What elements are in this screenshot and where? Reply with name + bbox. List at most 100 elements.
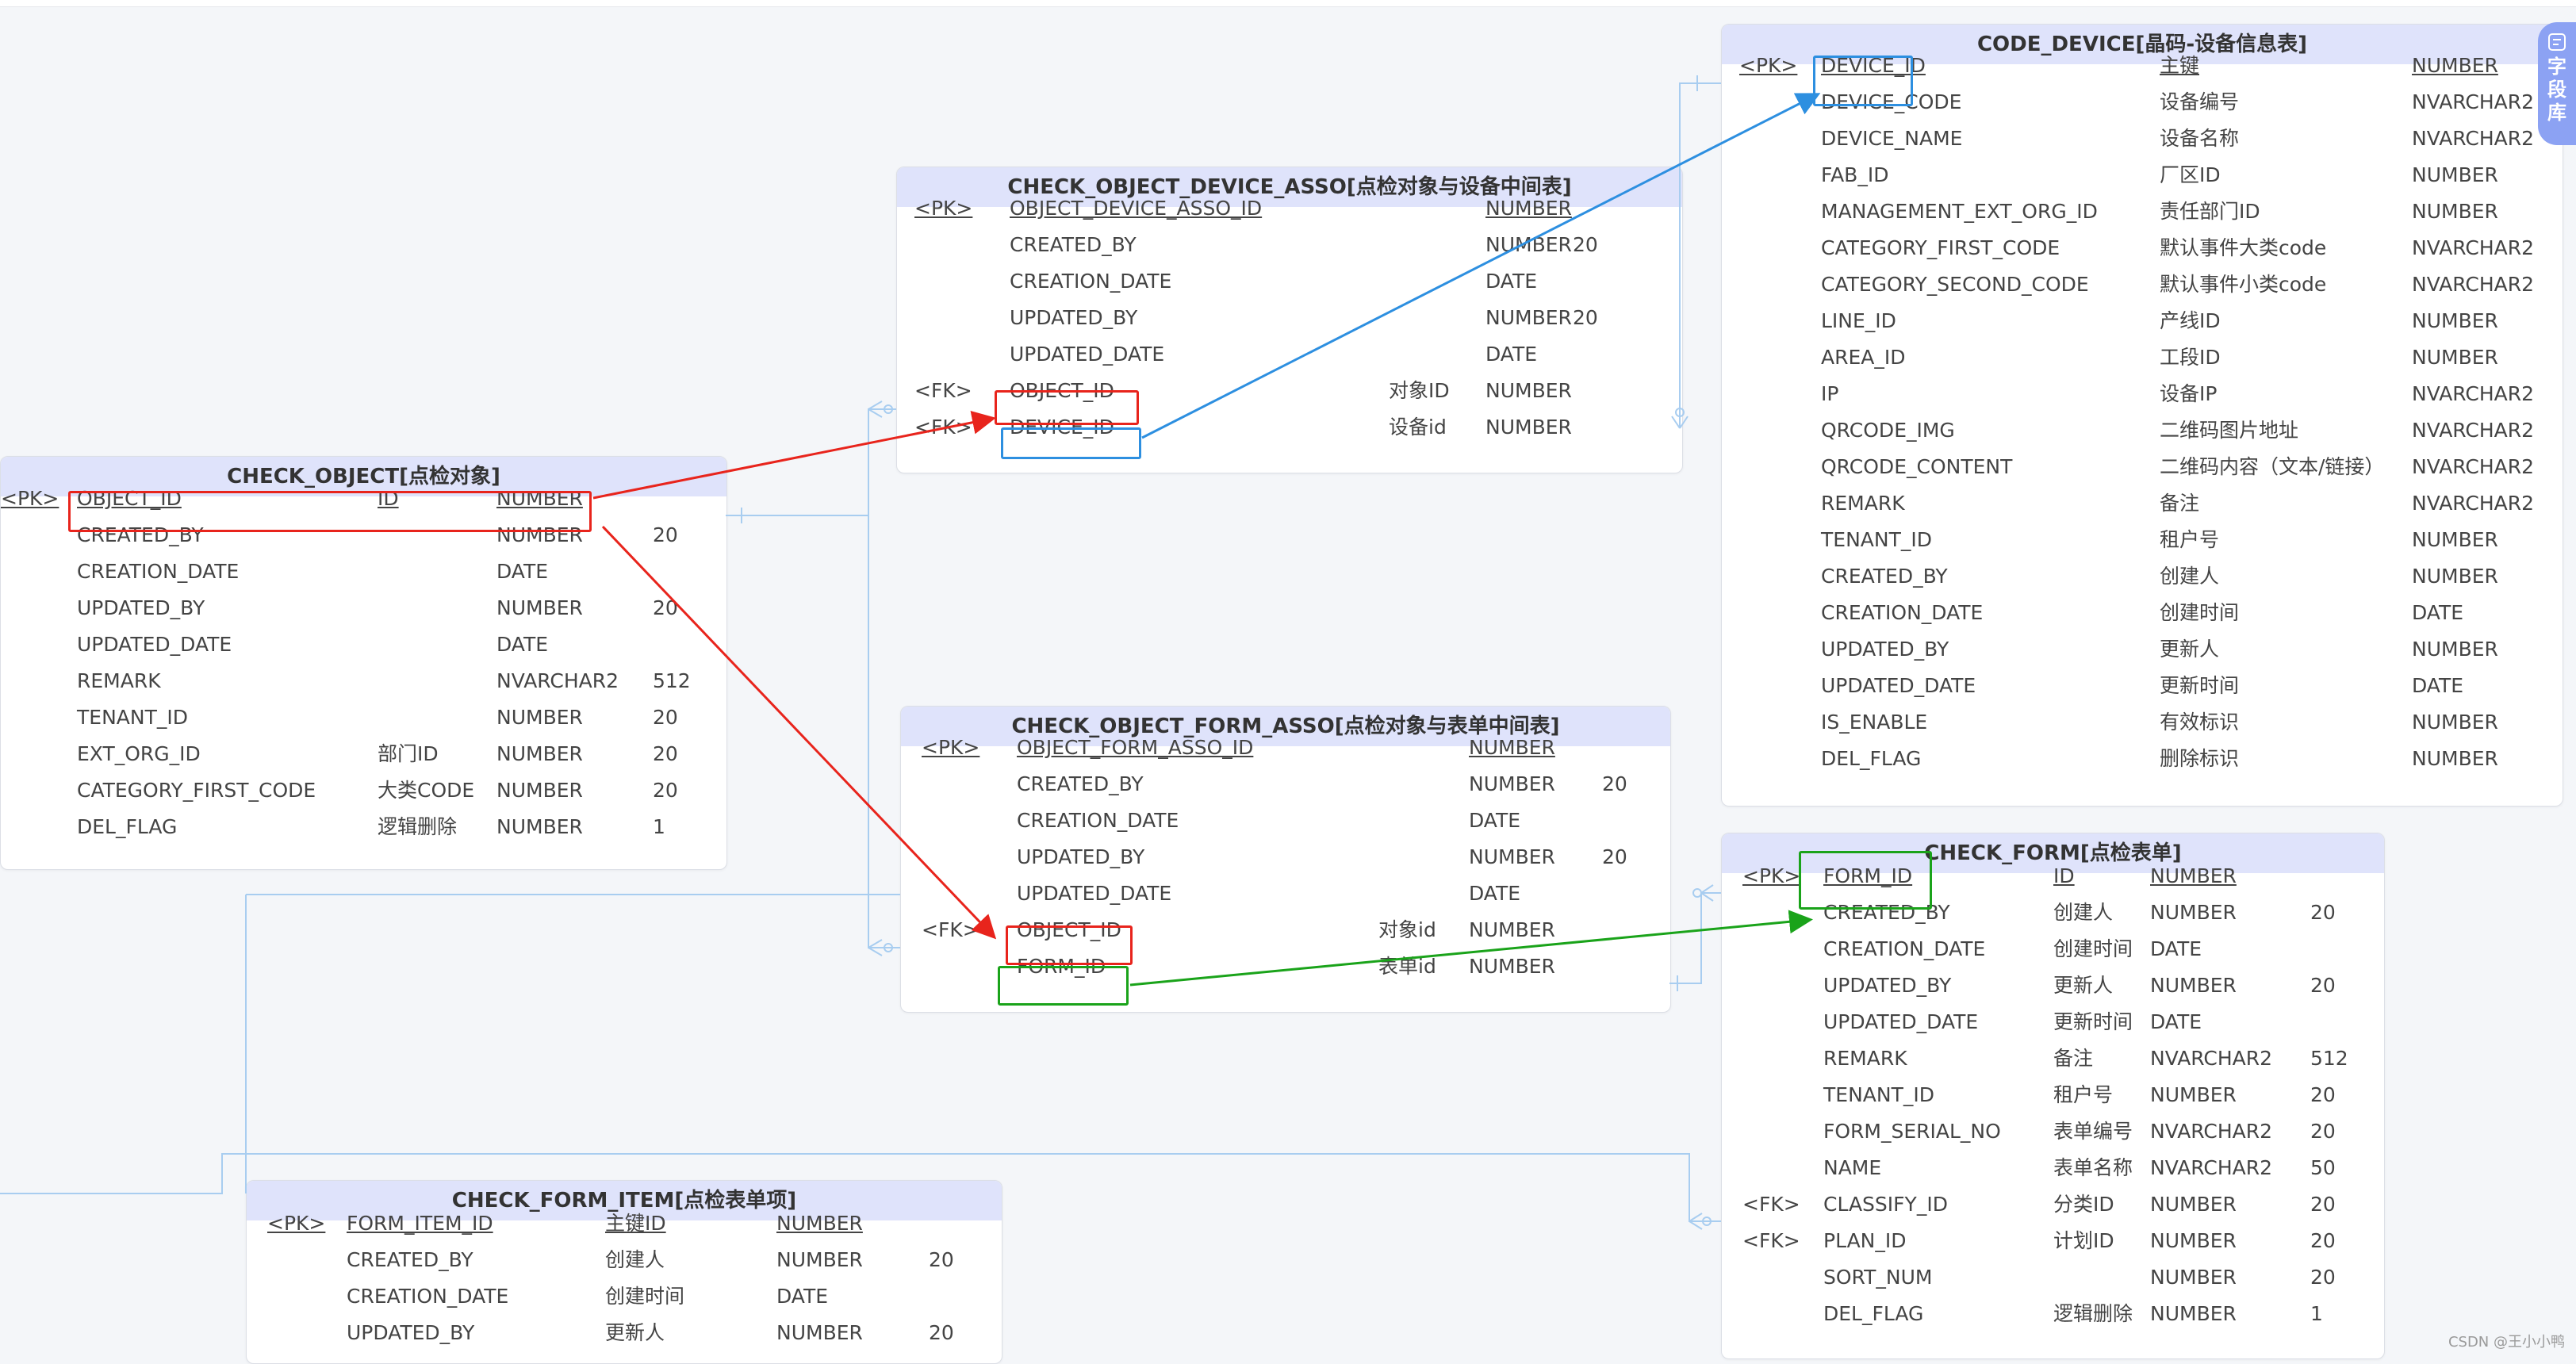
table-row[interactable]: IS_ENABLE 有效标识 NUMBER: [1722, 704, 2563, 741]
column-length: 1: [653, 815, 665, 838]
column-name: CREATION_DATE: [1010, 270, 1172, 293]
table-row[interactable]: CREATION_DATE 创建时间 DATE: [1722, 931, 2384, 967]
table-row[interactable]: FORM_SERIAL_NO 表单编号 NVARCHAR2 20: [1722, 1113, 2384, 1150]
optional-marker: [884, 404, 893, 414]
column-comment: 删除标识: [2160, 747, 2240, 770]
table-row[interactable]: UPDATED_BY NUMBER 20: [1, 590, 726, 626]
table-code-device[interactable]: CODE_DEVICE[晶码-设备信息表] <PK> DEVICE_ID 主键 NUM…: [1721, 24, 2563, 807]
table-row[interactable]: IP 设备IP NVARCHAR2: [1722, 376, 2563, 412]
column-type: DATE: [496, 633, 549, 656]
column-length: 50: [2310, 1156, 2336, 1179]
table-row[interactable]: EXT_ORG_ID 部门ID NUMBER 20: [1, 736, 726, 772]
many-marker: [1689, 1213, 1703, 1230]
highlight-object-id-pk: [68, 491, 592, 532]
table-row[interactable]: UPDATED_BY NUMBER 20: [897, 300, 1682, 336]
table-row[interactable]: CREATION_DATE DATE: [897, 263, 1682, 300]
column-type: NVARCHAR2: [2412, 382, 2535, 405]
column-type: NUMBER: [2150, 1229, 2237, 1252]
table-row[interactable]: MANAGEMENT_EXT_ORG_ID 责任部门ID NUMBER: [1722, 193, 2563, 230]
table-row[interactable]: CREATION_DATE DATE: [901, 803, 1670, 839]
column-type: NUMBER: [2412, 747, 2498, 770]
table-row[interactable]: <PK> OBJECT_DEVICE_ASSO_ID NUMBER: [897, 190, 1682, 227]
table-row[interactable]: CATEGORY_FIRST_CODE 大类CODE NUMBER 20: [1, 772, 726, 809]
column-type: NUMBER: [2150, 901, 2237, 924]
column-name: UPDATED_BY: [1010, 306, 1138, 329]
table-row[interactable]: UPDATED_DATE DATE: [901, 875, 1670, 912]
column-type: NUMBER: [2412, 309, 2498, 332]
table-row[interactable]: REMARK 备注 NVARCHAR2: [1722, 485, 2563, 522]
column-name: REMARK: [1823, 1047, 1907, 1070]
column-type: NUMBER: [2412, 565, 2498, 588]
table-row[interactable]: CREATION_DATE 创建时间 DATE: [247, 1278, 1002, 1315]
column-comment: 更新人: [2160, 638, 2220, 661]
column-comment: 备注: [2160, 492, 2200, 515]
table-row[interactable]: UPDATED_DATE DATE: [897, 336, 1682, 373]
table-row[interactable]: CREATED_BY NUMBER 20: [901, 766, 1670, 803]
table-row[interactable]: CREATION_DATE DATE: [1, 554, 726, 590]
table-row[interactable]: TENANT_ID 租户号 NUMBER: [1722, 522, 2563, 558]
column-comment: 设备名称: [2160, 127, 2240, 150]
table-row[interactable]: CREATED_BY 创建人 NUMBER: [1722, 558, 2563, 595]
column-length: 20: [1573, 233, 1598, 256]
column-comment: 表单名称: [2053, 1156, 2133, 1179]
column-type: NVARCHAR2: [2412, 127, 2535, 150]
column-comment: 逻辑删除: [378, 815, 458, 838]
field-library-tab[interactable]: 字段库: [2538, 22, 2576, 145]
column-type: DATE: [1469, 809, 1521, 832]
table-row[interactable]: DEL_FLAG 逻辑删除 NUMBER 1: [1722, 1296, 2384, 1332]
table-row[interactable]: QRCODE_IMG 二维码图片地址 NVARCHAR2: [1722, 412, 2563, 449]
table-row[interactable]: <PK> OBJECT_FORM_ASSO_ID NUMBER: [901, 730, 1670, 766]
table-row[interactable]: REMARK 备注 NVARCHAR2 512: [1722, 1040, 2384, 1077]
table-row[interactable]: NAME 表单名称 NVARCHAR2 50: [1722, 1150, 2384, 1186]
table-row[interactable]: UPDATED_BY 更新人 NUMBER 20: [247, 1315, 1002, 1351]
table-row[interactable]: UPDATED_BY 更新人 NUMBER: [1722, 631, 2563, 668]
table-row[interactable]: UPDATED_DATE DATE: [1, 626, 726, 663]
table-row[interactable]: UPDATED_DATE 更新时间 DATE: [1722, 668, 2563, 704]
table-row[interactable]: CREATION_DATE 创建时间 DATE: [1722, 595, 2563, 631]
column-name: UPDATED_BY: [1823, 974, 1952, 997]
column-comment: 二维码内容（文本/链接）: [2160, 455, 2385, 478]
column-name: UPDATED_DATE: [1823, 1010, 1979, 1033]
column-comment: 更新时间: [2160, 674, 2240, 697]
er-diagram-canvas[interactable]: CHECK_OBJECT[点检对象] <PK> OBJECT_ID ID NUMBER…: [0, 0, 2576, 1364]
column-comment: 创建人: [605, 1248, 665, 1271]
table-row[interactable]: FAB_ID 厂区ID NUMBER: [1722, 157, 2563, 193]
table-row[interactable]: <FK> PLAN_ID 计划ID NUMBER 20: [1722, 1223, 2384, 1259]
column-name: UPDATED_BY: [1821, 638, 1949, 661]
table-row[interactable]: DEVICE_NAME 设备名称 NVARCHAR2: [1722, 121, 2563, 157]
table-row[interactable]: DEL_FLAG 逻辑删除 NUMBER 1: [1, 809, 726, 845]
table-row[interactable]: UPDATED_BY 更新人 NUMBER 20: [1722, 967, 2384, 1004]
column-type: NVARCHAR2: [2412, 90, 2535, 113]
table-check-form[interactable]: CHECK_FORM[点检表单] <PK> FORM_ID ID NUMBER CREA…: [1721, 833, 2385, 1359]
table-row[interactable]: CATEGORY_FIRST_CODE 默认事件大类code NVARCHAR2: [1722, 230, 2563, 266]
table-check-form-item[interactable]: CHECK_FORM_ITEM[点检表单项] <PK> FORM_ITEM_ID 主…: [246, 1180, 1002, 1364]
table-row[interactable]: CREATED_BY 创建人 NUMBER 20: [247, 1242, 1002, 1278]
column-comment: 表单编号: [2053, 1120, 2133, 1143]
table-row[interactable]: QRCODE_CONTENT 二维码内容（文本/链接） NVARCHAR2: [1722, 449, 2563, 485]
watermark: CSDN @王小小鸭: [2448, 1334, 2565, 1351]
column-length: 20: [2310, 974, 2336, 997]
column-name: TENANT_ID: [1821, 528, 1932, 551]
table-row[interactable]: <FK> CLASSIFY_ID 分类ID NUMBER 20: [1722, 1186, 2384, 1223]
table-row[interactable]: TENANT_ID NUMBER 20: [1, 699, 726, 736]
column-type: NVARCHAR2: [2412, 236, 2535, 259]
table-row[interactable]: REMARK NVARCHAR2 512: [1, 663, 726, 699]
table-row[interactable]: SORT_NUM NUMBER 20: [1722, 1259, 2384, 1296]
table-row[interactable]: UPDATED_BY NUMBER 20: [901, 839, 1670, 875]
table-row[interactable]: CREATED_BY NUMBER 20: [897, 227, 1682, 263]
table-row[interactable]: CATEGORY_SECOND_CODE 默认事件小类code NVARCHAR2: [1722, 266, 2563, 303]
column-type: DATE: [2150, 1010, 2202, 1033]
column-comment: 厂区ID: [2160, 163, 2221, 186]
column-comment: 默认事件大类code: [2160, 236, 2327, 259]
column-comment: 创建时间: [2160, 601, 2240, 624]
column-name: OBJECT_DEVICE_ASSO_ID: [1010, 197, 1263, 220]
column-comment: 更新人: [2053, 974, 2114, 997]
table-row[interactable]: LINE_ID 产线ID NUMBER: [1722, 303, 2563, 339]
column-name: DEVICE_NAME: [1821, 127, 1963, 150]
table-row[interactable]: <PK> FORM_ITEM_ID 主键ID NUMBER: [247, 1205, 1002, 1242]
table-row[interactable]: TENANT_ID 租户号 NUMBER 20: [1722, 1077, 2384, 1113]
column-type: NVARCHAR2: [2150, 1156, 2273, 1179]
table-row[interactable]: DEL_FLAG 删除标识 NUMBER: [1722, 741, 2563, 777]
table-row[interactable]: AREA_ID 工段ID NUMBER: [1722, 339, 2563, 376]
table-row[interactable]: UPDATED_DATE 更新时间 DATE: [1722, 1004, 2384, 1040]
